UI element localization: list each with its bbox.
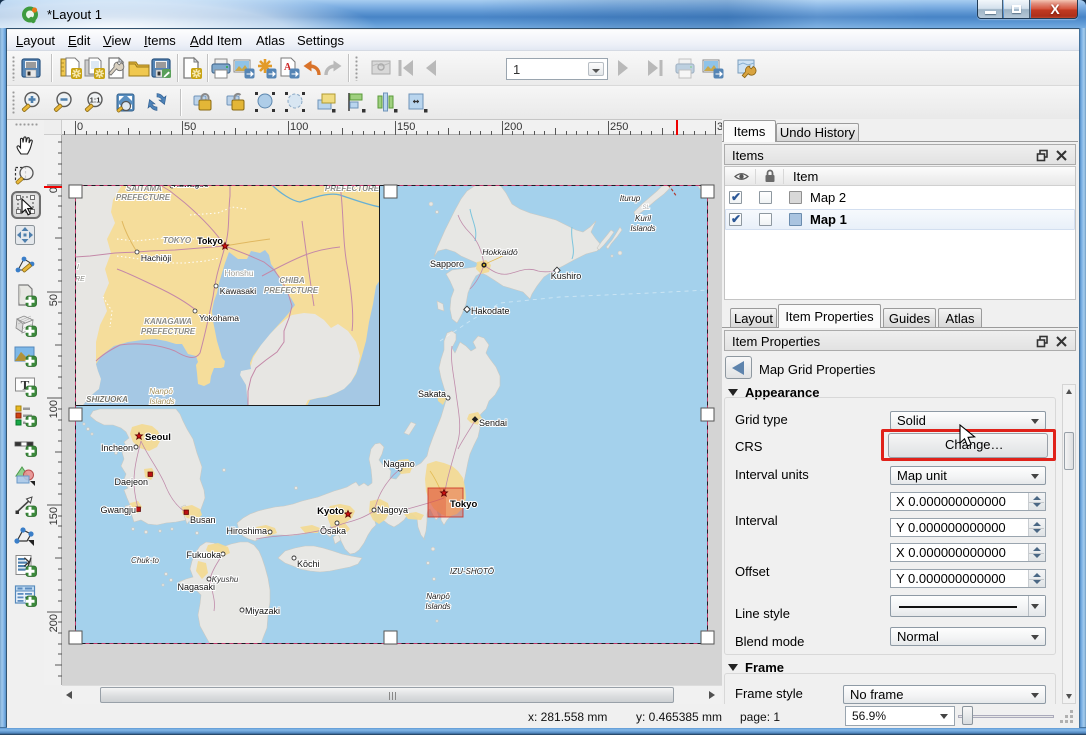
svg-text:Chuk-to: Chuk-to xyxy=(131,556,160,565)
svg-text:KANAGAWA: KANAGAWA xyxy=(144,317,192,326)
svg-text:TOKYO: TOKYO xyxy=(163,236,192,245)
svg-text:1:1: 1:1 xyxy=(90,96,101,105)
svg-text:Fukuoka: Fukuoka xyxy=(186,550,221,560)
svg-text:Kuril: Kuril xyxy=(635,214,651,223)
svg-text:Sendai: Sendai xyxy=(479,418,507,428)
svg-text:SL: SL xyxy=(642,205,649,211)
svg-text:Miyazaki: Miyazaki xyxy=(245,606,280,616)
svg-text:PREFECTURE: PREFECTURE xyxy=(325,185,380,193)
svg-text:PREFECTURE: PREFECTURE xyxy=(264,286,319,295)
svg-text:Islands: Islands xyxy=(425,602,450,611)
svg-text:Tokyo: Tokyo xyxy=(197,236,223,246)
svg-text:Islands: Islands xyxy=(149,397,174,406)
svg-text:Hokkaidō: Hokkaidō xyxy=(482,247,518,257)
svg-text:PREFECTURE: PREFECTURE xyxy=(141,327,196,336)
svg-text:200: 200 xyxy=(48,614,60,632)
svg-text:Seoul: Seoul xyxy=(145,432,171,443)
svg-text:Sakata: Sakata xyxy=(418,389,446,399)
svg-text:Ōsaka: Ōsaka xyxy=(320,526,346,536)
svg-text:Nagano: Nagano xyxy=(383,459,415,469)
svg-text:Hiroshima: Hiroshima xyxy=(226,526,267,536)
svg-text:CHIBA: CHIBA xyxy=(279,276,305,285)
svg-text:SAITAMA: SAITAMA xyxy=(126,185,162,193)
svg-text:Kushiro: Kushiro xyxy=(551,271,582,281)
svg-text:PREFECTURE: PREFECTURE xyxy=(116,193,171,202)
svg-text:Incheon: Incheon xyxy=(101,443,133,453)
svg-text:Kōchi: Kōchi xyxy=(297,559,320,569)
svg-text:Iturup: Iturup xyxy=(620,194,641,203)
svg-text:Busan: Busan xyxy=(190,515,216,525)
svg-text:Nanpō: Nanpō xyxy=(149,387,173,396)
svg-text:50: 50 xyxy=(48,294,60,306)
svg-text:I: I xyxy=(77,264,79,271)
svg-text:Tokyo: Tokyo xyxy=(450,499,477,510)
svg-text:Kawasaki: Kawasaki xyxy=(220,286,256,296)
svg-text:Nagoya: Nagoya xyxy=(377,505,408,515)
svg-text:SHIZUOKA: SHIZUOKA xyxy=(86,395,128,404)
svg-text:Islands: Islands xyxy=(630,224,655,233)
svg-text:Nagasaki: Nagasaki xyxy=(177,582,215,592)
svg-text:Hakodate: Hakodate xyxy=(471,306,510,316)
svg-text:Hachiōji: Hachiōji xyxy=(141,253,171,263)
svg-text:RE: RE xyxy=(75,276,85,283)
svg-text:Nanpō: Nanpō xyxy=(426,592,450,601)
svg-text:Sapporo: Sapporo xyxy=(430,259,464,269)
svg-text:Daejeon: Daejeon xyxy=(114,477,148,487)
svg-text:Kyoto: Kyoto xyxy=(317,506,344,517)
svg-text:IZU-SHOTŌ: IZU-SHOTŌ xyxy=(450,567,494,576)
svg-text:Yokohama: Yokohama xyxy=(199,313,239,323)
svg-text:Kyushu: Kyushu xyxy=(212,575,239,584)
svg-text:Honshu: Honshu xyxy=(224,268,254,278)
svg-text:Gwangju: Gwangju xyxy=(100,505,136,515)
